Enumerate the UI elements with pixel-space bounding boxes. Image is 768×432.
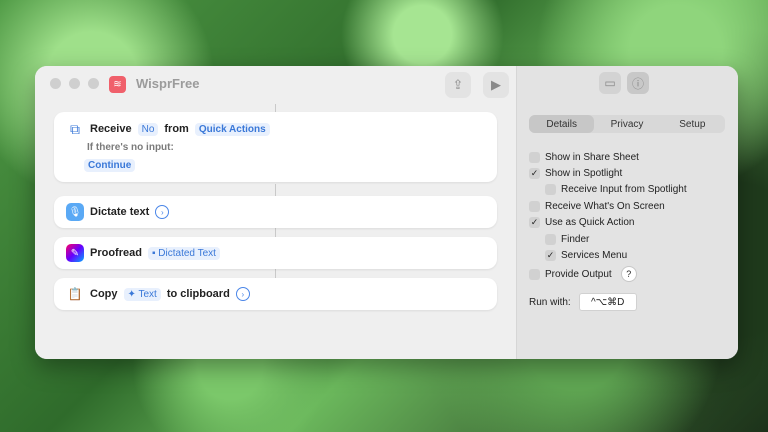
checkbox[interactable] [545, 184, 556, 195]
expand-chevron-icon[interactable]: › [155, 205, 170, 219]
receive-types-token[interactable]: No [137, 122, 159, 136]
window-title: WisprFree [136, 76, 200, 91]
tab-details[interactable]: Details [529, 115, 595, 133]
no-input-action-token[interactable]: Continue [84, 159, 136, 172]
option-show-in-spotlight[interactable]: ✓ Show in Spotlight [529, 168, 622, 179]
info-icon: ⓘ [631, 76, 644, 91]
receive-source-token[interactable]: Quick Actions [194, 122, 270, 136]
connector-line [275, 228, 276, 237]
checkbox[interactable] [545, 234, 556, 245]
run-with-label: Run with: [529, 296, 571, 308]
option-finder[interactable]: Finder [545, 234, 589, 245]
window-controls [50, 78, 99, 89]
inspector-tabs: Details Privacy Setup [529, 115, 725, 133]
action-receive[interactable]: ⧉ Receive No from Quick Actions If there… [54, 112, 497, 182]
dictated-text-token[interactable]: ▪ Dictated Text [147, 246, 220, 260]
waveform-icon: ≋ [109, 76, 126, 93]
action-label: Copy [90, 288, 118, 300]
tab-privacy[interactable]: Privacy [594, 115, 659, 133]
tab-setup[interactable]: Setup [660, 115, 725, 133]
option-receive-input-from-spotlight[interactable]: Receive Input from Spotlight [545, 184, 687, 195]
checkbox[interactable] [529, 268, 540, 280]
minimize-button[interactable] [69, 78, 80, 89]
connector-line [275, 104, 276, 112]
library-button[interactable]: ▭ [599, 72, 621, 94]
clipboard-icon: 📋 [66, 285, 84, 303]
text-token[interactable]: ✦ Text [123, 287, 161, 301]
checkbox[interactable] [529, 201, 540, 212]
action-proofread[interactable]: ✎ Proofread ▪ Dictated Text [54, 237, 497, 269]
run-with-row: Run with: ^⌥⌘D [529, 293, 637, 311]
inspector-pane: ▭ ⓘ Details Privacy Setup Show in Share … [516, 66, 738, 359]
keyboard-shortcut-field[interactable]: ^⌥⌘D [578, 293, 637, 311]
expand-chevron-icon[interactable]: › [235, 287, 250, 301]
run-button[interactable]: ▶ [483, 72, 509, 98]
connector-line [275, 184, 276, 196]
action-label: Receive [90, 123, 132, 135]
writing-tools-small-icon: ✦ [127, 288, 136, 300]
layers-download-icon: ⧉ [66, 120, 84, 138]
help-button[interactable]: ? [620, 266, 637, 282]
variable-icon: ▪ [151, 247, 156, 259]
action-dictate-text[interactable]: 🎙 Dictate text › [54, 196, 497, 228]
checkbox[interactable]: ✓ [529, 217, 540, 228]
action-label: Proofread [90, 247, 142, 259]
microphone-icon: 🎙 [66, 203, 84, 221]
share-button[interactable]: ⇪ [445, 72, 471, 98]
action-copy-to-clipboard[interactable]: 📋 Copy ✦ Text to clipboard › [54, 278, 497, 310]
checkbox[interactable]: ✓ [545, 250, 556, 261]
editor-pane: ≋ WisprFree ⇪ ▶ ⧉ Receive No from Quick … [35, 66, 516, 359]
zoom-button[interactable] [88, 78, 99, 89]
no-input-label: If there's no input: [87, 142, 174, 153]
action-label: Dictate text [90, 206, 150, 218]
writing-tools-icon: ✎ [66, 244, 84, 262]
checkbox[interactable] [529, 152, 540, 163]
checkbox[interactable]: ✓ [529, 168, 540, 179]
option-receive-whats-on-screen[interactable]: Receive What's On Screen [529, 201, 665, 212]
option-use-as-quick-action[interactable]: ✓ Use as Quick Action [529, 217, 634, 228]
close-button[interactable] [50, 78, 61, 89]
option-provide-output[interactable]: Provide Output ? [529, 266, 637, 282]
connector-line [275, 269, 276, 278]
action-label: from [164, 123, 189, 135]
shortcuts-window: ≋ WisprFree ⇪ ▶ ⧉ Receive No from Quick … [35, 66, 738, 359]
library-icon: ▭ [604, 76, 616, 90]
option-services-menu[interactable]: ✓ Services Menu [545, 250, 627, 261]
option-show-in-share-sheet[interactable]: Show in Share Sheet [529, 152, 639, 163]
action-label: to clipboard [166, 288, 230, 300]
play-icon: ▶ [491, 77, 501, 92]
share-icon: ⇪ [452, 77, 464, 92]
info-button[interactable]: ⓘ [627, 72, 649, 94]
